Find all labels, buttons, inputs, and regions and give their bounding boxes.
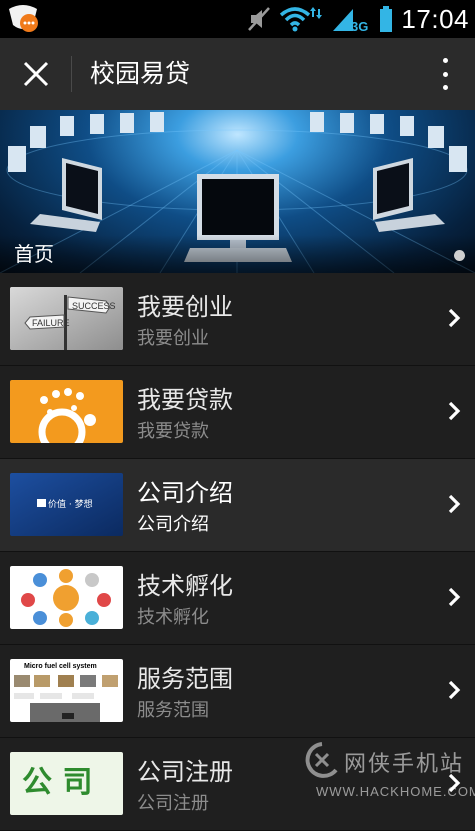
list-item-subtitle: 我要贷款 bbox=[137, 421, 209, 442]
list-thumbnail: Micro fuel cell system bbox=[10, 659, 123, 722]
status-bar: 3G 17:04 bbox=[0, 0, 475, 38]
list-item-title: 我要创业 bbox=[137, 293, 233, 321]
svg-text:SUCCESS: SUCCESS bbox=[72, 301, 116, 311]
chevron-right-icon bbox=[448, 308, 461, 328]
watermark-logo-icon bbox=[305, 742, 338, 778]
watermark-url: WWW.HACKHOME.COM bbox=[316, 784, 475, 799]
thumbnail-text: 价值 · 梦想 bbox=[48, 498, 93, 510]
wifi-icon bbox=[280, 7, 323, 32]
banner-carousel[interactable]: 首页 bbox=[0, 110, 475, 273]
list-item-subtitle: 公司介绍 bbox=[137, 514, 209, 535]
close-icon bbox=[23, 61, 49, 87]
title-divider bbox=[71, 56, 72, 92]
more-button[interactable] bbox=[433, 54, 457, 94]
list-item-subtitle: 服务范围 bbox=[137, 700, 209, 721]
watermark-text: 网侠手机站 bbox=[344, 752, 465, 777]
chevron-right-icon bbox=[448, 494, 461, 514]
carousel-indicator[interactable] bbox=[454, 250, 465, 261]
list-item-title: 公司注册 bbox=[137, 758, 233, 786]
list-item[interactable]: 技术孵化 技术孵化 bbox=[0, 552, 475, 645]
chevron-right-icon bbox=[448, 587, 461, 607]
banner-caption: 首页 bbox=[0, 235, 475, 273]
list-thumbnail: 公 司 bbox=[10, 752, 123, 815]
list-thumbnail bbox=[10, 566, 123, 629]
clock: 17:04 bbox=[401, 3, 469, 34]
thumbnail-text: 公 司 bbox=[22, 765, 92, 800]
list-item-title: 我要贷款 bbox=[137, 386, 233, 414]
thumbnail-text: Micro fuel cell system bbox=[24, 663, 97, 670]
list-item[interactable]: 我要贷款 我要贷款 bbox=[0, 366, 475, 459]
watermark: 网侠手机站 WWW.HACKHOME.COM bbox=[300, 738, 475, 805]
list-item-subtitle: 我要创业 bbox=[137, 328, 209, 349]
close-button[interactable] bbox=[14, 52, 58, 96]
svg-text:FAILURE: FAILURE bbox=[32, 318, 70, 328]
list-item[interactable]: SUCCESS FAILURE 我要创业 我要创业 bbox=[0, 273, 475, 366]
chevron-right-icon bbox=[448, 680, 461, 700]
list-item-title: 服务范围 bbox=[137, 665, 233, 693]
list-thumbnail bbox=[10, 380, 123, 443]
banner-title: 首页 bbox=[14, 242, 54, 266]
title-bar: 校园易贷 bbox=[0, 38, 475, 110]
list-item-title: 公司介绍 bbox=[137, 479, 233, 507]
status-icons: 3G 17:04 bbox=[247, 0, 469, 38]
network-type: 3G bbox=[351, 19, 368, 33]
list-item-title: 技术孵化 bbox=[137, 572, 233, 600]
page-title: 校园易贷 bbox=[90, 59, 191, 88]
list-item[interactable]: Micro fuel cell system 服务范围 服务范围 bbox=[0, 645, 475, 738]
list-thumbnail: 价值 · 梦想 bbox=[10, 473, 123, 536]
battery-icon bbox=[380, 6, 393, 32]
app-notification-icon bbox=[6, 3, 40, 35]
mute-icon bbox=[248, 7, 271, 31]
chevron-right-icon bbox=[448, 401, 461, 421]
list-item-subtitle: 公司注册 bbox=[137, 793, 209, 814]
more-vert-icon bbox=[442, 58, 448, 63]
list-item-subtitle: 技术孵化 bbox=[137, 607, 209, 628]
list-item[interactable]: 价值 · 梦想 公司介绍 公司介绍 bbox=[0, 459, 475, 552]
signal-icon: 3G bbox=[333, 9, 369, 33]
list-thumbnail: SUCCESS FAILURE bbox=[10, 287, 123, 350]
